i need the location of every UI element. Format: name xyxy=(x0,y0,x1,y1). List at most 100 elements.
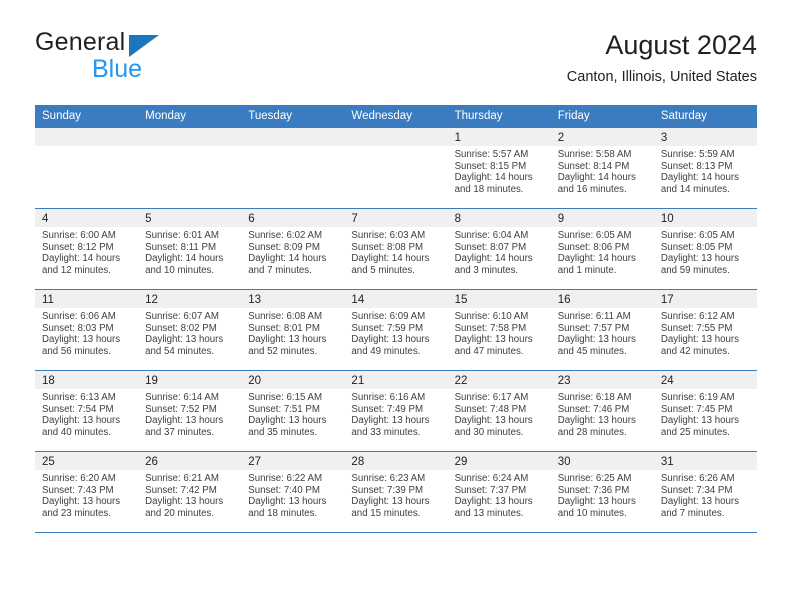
weekday-header-sunday: Sunday xyxy=(35,105,138,128)
day-daylight1-text: Daylight: 14 hours xyxy=(558,253,648,265)
calendar-day-cell[interactable]: 23Sunrise: 6:18 AMSunset: 7:46 PMDayligh… xyxy=(551,371,654,452)
day-sunrise-text: Sunrise: 6:19 AM xyxy=(661,392,751,404)
day-number: 27 xyxy=(241,452,344,470)
calendar-day-cell[interactable]: 14Sunrise: 6:09 AMSunset: 7:59 PMDayligh… xyxy=(344,290,447,371)
day-daylight2-text: and 33 minutes. xyxy=(351,427,441,439)
day-sunset-text: Sunset: 7:54 PM xyxy=(42,404,132,416)
calendar-day-cell[interactable]: 27Sunrise: 6:22 AMSunset: 7:40 PMDayligh… xyxy=(241,452,344,533)
day-cell-inner: 20Sunrise: 6:15 AMSunset: 7:51 PMDayligh… xyxy=(241,371,344,451)
calendar-day-cell[interactable]: 28Sunrise: 6:23 AMSunset: 7:39 PMDayligh… xyxy=(344,452,447,533)
calendar-day-cell[interactable]: 29Sunrise: 6:24 AMSunset: 7:37 PMDayligh… xyxy=(448,452,551,533)
calendar-day-cell[interactable]: 1Sunrise: 5:57 AMSunset: 8:15 PMDaylight… xyxy=(448,128,551,209)
day-sunrise-text: Sunrise: 5:59 AM xyxy=(661,149,751,161)
day-daylight2-text: and 15 minutes. xyxy=(351,508,441,520)
day-daylight2-text: and 16 minutes. xyxy=(558,184,648,196)
day-number: 7 xyxy=(344,209,447,227)
calendar-page: General Blue August 2024 Canton, Illinoi… xyxy=(0,0,792,612)
calendar-day-cell[interactable]: 11Sunrise: 6:06 AMSunset: 8:03 PMDayligh… xyxy=(35,290,138,371)
calendar-day-cell[interactable]: 18Sunrise: 6:13 AMSunset: 7:54 PMDayligh… xyxy=(35,371,138,452)
day-sun-info: Sunrise: 6:18 AMSunset: 7:46 PMDaylight:… xyxy=(551,389,654,439)
day-daylight1-text: Daylight: 13 hours xyxy=(145,334,235,346)
day-sun-info: Sunrise: 6:12 AMSunset: 7:55 PMDaylight:… xyxy=(654,308,757,358)
calendar-day-cell[interactable]: 20Sunrise: 6:15 AMSunset: 7:51 PMDayligh… xyxy=(241,371,344,452)
calendar-day-cell[interactable]: 22Sunrise: 6:17 AMSunset: 7:48 PMDayligh… xyxy=(448,371,551,452)
calendar-day-cell[interactable]: 21Sunrise: 6:16 AMSunset: 7:49 PMDayligh… xyxy=(344,371,447,452)
day-number: 13 xyxy=(241,290,344,308)
day-cell-inner: 10Sunrise: 6:05 AMSunset: 8:05 PMDayligh… xyxy=(654,209,757,289)
calendar-day-cell[interactable]: 24Sunrise: 6:19 AMSunset: 7:45 PMDayligh… xyxy=(654,371,757,452)
day-daylight1-text: Daylight: 14 hours xyxy=(661,172,751,184)
day-sunrise-text: Sunrise: 6:17 AM xyxy=(455,392,545,404)
day-number xyxy=(35,128,138,146)
day-number: 23 xyxy=(551,371,654,389)
calendar-day-cell[interactable]: 16Sunrise: 6:11 AMSunset: 7:57 PMDayligh… xyxy=(551,290,654,371)
day-daylight1-text: Daylight: 13 hours xyxy=(661,496,751,508)
calendar-day-cell[interactable]: 7Sunrise: 6:03 AMSunset: 8:08 PMDaylight… xyxy=(344,209,447,290)
day-number: 17 xyxy=(654,290,757,308)
calendar-day-cell[interactable]: 10Sunrise: 6:05 AMSunset: 8:05 PMDayligh… xyxy=(654,209,757,290)
day-daylight2-text: and 7 minutes. xyxy=(661,508,751,520)
day-number: 14 xyxy=(344,290,447,308)
weekday-header-tuesday: Tuesday xyxy=(241,105,344,128)
day-sunset-text: Sunset: 8:02 PM xyxy=(145,323,235,335)
day-daylight1-text: Daylight: 13 hours xyxy=(248,496,338,508)
calendar-day-cell[interactable]: 4Sunrise: 6:00 AMSunset: 8:12 PMDaylight… xyxy=(35,209,138,290)
day-daylight1-text: Daylight: 14 hours xyxy=(351,253,441,265)
calendar-day-cell[interactable]: 13Sunrise: 6:08 AMSunset: 8:01 PMDayligh… xyxy=(241,290,344,371)
day-sunset-text: Sunset: 7:46 PM xyxy=(558,404,648,416)
day-number: 12 xyxy=(138,290,241,308)
calendar-day-cell[interactable]: 19Sunrise: 6:14 AMSunset: 7:52 PMDayligh… xyxy=(138,371,241,452)
day-sunrise-text: Sunrise: 6:22 AM xyxy=(248,473,338,485)
day-daylight2-text: and 25 minutes. xyxy=(661,427,751,439)
calendar-day-cell[interactable]: 25Sunrise: 6:20 AMSunset: 7:43 PMDayligh… xyxy=(35,452,138,533)
day-cell-inner xyxy=(344,128,447,208)
day-number: 31 xyxy=(654,452,757,470)
day-sunrise-text: Sunrise: 6:10 AM xyxy=(455,311,545,323)
day-daylight1-text: Daylight: 13 hours xyxy=(351,334,441,346)
day-sun-info: Sunrise: 6:26 AMSunset: 7:34 PMDaylight:… xyxy=(654,470,757,520)
calendar-day-cell[interactable]: 30Sunrise: 6:25 AMSunset: 7:36 PMDayligh… xyxy=(551,452,654,533)
calendar-day-cell[interactable]: 31Sunrise: 6:26 AMSunset: 7:34 PMDayligh… xyxy=(654,452,757,533)
calendar-day-cell[interactable]: 26Sunrise: 6:21 AMSunset: 7:42 PMDayligh… xyxy=(138,452,241,533)
day-cell-inner: 14Sunrise: 6:09 AMSunset: 7:59 PMDayligh… xyxy=(344,290,447,370)
day-sun-info: Sunrise: 6:00 AMSunset: 8:12 PMDaylight:… xyxy=(35,227,138,277)
calendar-day-cell[interactable]: 2Sunrise: 5:58 AMSunset: 8:14 PMDaylight… xyxy=(551,128,654,209)
day-sunset-text: Sunset: 8:03 PM xyxy=(42,323,132,335)
calendar-day-cell-empty xyxy=(35,128,138,209)
day-sun-info: Sunrise: 6:05 AMSunset: 8:05 PMDaylight:… xyxy=(654,227,757,277)
day-sun-info: Sunrise: 6:04 AMSunset: 8:07 PMDaylight:… xyxy=(448,227,551,277)
day-sun-info: Sunrise: 6:05 AMSunset: 8:06 PMDaylight:… xyxy=(551,227,654,277)
calendar-day-cell[interactable]: 8Sunrise: 6:04 AMSunset: 8:07 PMDaylight… xyxy=(448,209,551,290)
day-cell-inner: 23Sunrise: 6:18 AMSunset: 7:46 PMDayligh… xyxy=(551,371,654,451)
day-sun-info: Sunrise: 6:10 AMSunset: 7:58 PMDaylight:… xyxy=(448,308,551,358)
day-sunrise-text: Sunrise: 5:58 AM xyxy=(558,149,648,161)
day-sun-info: Sunrise: 6:17 AMSunset: 7:48 PMDaylight:… xyxy=(448,389,551,439)
calendar-day-cell[interactable]: 9Sunrise: 6:05 AMSunset: 8:06 PMDaylight… xyxy=(551,209,654,290)
day-sunset-text: Sunset: 7:42 PM xyxy=(145,485,235,497)
day-cell-inner: 12Sunrise: 6:07 AMSunset: 8:02 PMDayligh… xyxy=(138,290,241,370)
calendar-day-cell[interactable]: 15Sunrise: 6:10 AMSunset: 7:58 PMDayligh… xyxy=(448,290,551,371)
day-number: 22 xyxy=(448,371,551,389)
calendar-day-cell[interactable]: 5Sunrise: 6:01 AMSunset: 8:11 PMDaylight… xyxy=(138,209,241,290)
day-daylight2-text: and 35 minutes. xyxy=(248,427,338,439)
day-sun-info: Sunrise: 6:22 AMSunset: 7:40 PMDaylight:… xyxy=(241,470,344,520)
day-number: 11 xyxy=(35,290,138,308)
day-sun-info: Sunrise: 5:58 AMSunset: 8:14 PMDaylight:… xyxy=(551,146,654,196)
day-daylight2-text: and 20 minutes. xyxy=(145,508,235,520)
brand-logo[interactable]: General Blue xyxy=(35,28,255,90)
day-sun-info: Sunrise: 6:21 AMSunset: 7:42 PMDaylight:… xyxy=(138,470,241,520)
weekday-header-friday: Friday xyxy=(551,105,654,128)
day-cell-inner: 13Sunrise: 6:08 AMSunset: 8:01 PMDayligh… xyxy=(241,290,344,370)
day-daylight1-text: Daylight: 13 hours xyxy=(42,496,132,508)
calendar-day-cell[interactable]: 12Sunrise: 6:07 AMSunset: 8:02 PMDayligh… xyxy=(138,290,241,371)
day-daylight2-text: and 5 minutes. xyxy=(351,265,441,277)
calendar-day-cell[interactable]: 17Sunrise: 6:12 AMSunset: 7:55 PMDayligh… xyxy=(654,290,757,371)
day-sunset-text: Sunset: 7:45 PM xyxy=(661,404,751,416)
day-sun-info: Sunrise: 6:23 AMSunset: 7:39 PMDaylight:… xyxy=(344,470,447,520)
calendar-day-cell[interactable]: 3Sunrise: 5:59 AMSunset: 8:13 PMDaylight… xyxy=(654,128,757,209)
day-sunset-text: Sunset: 7:49 PM xyxy=(351,404,441,416)
calendar-day-cell[interactable]: 6Sunrise: 6:02 AMSunset: 8:09 PMDaylight… xyxy=(241,209,344,290)
day-daylight2-text: and 28 minutes. xyxy=(558,427,648,439)
day-number xyxy=(241,128,344,146)
calendar-table: Sunday Monday Tuesday Wednesday Thursday… xyxy=(35,105,757,613)
